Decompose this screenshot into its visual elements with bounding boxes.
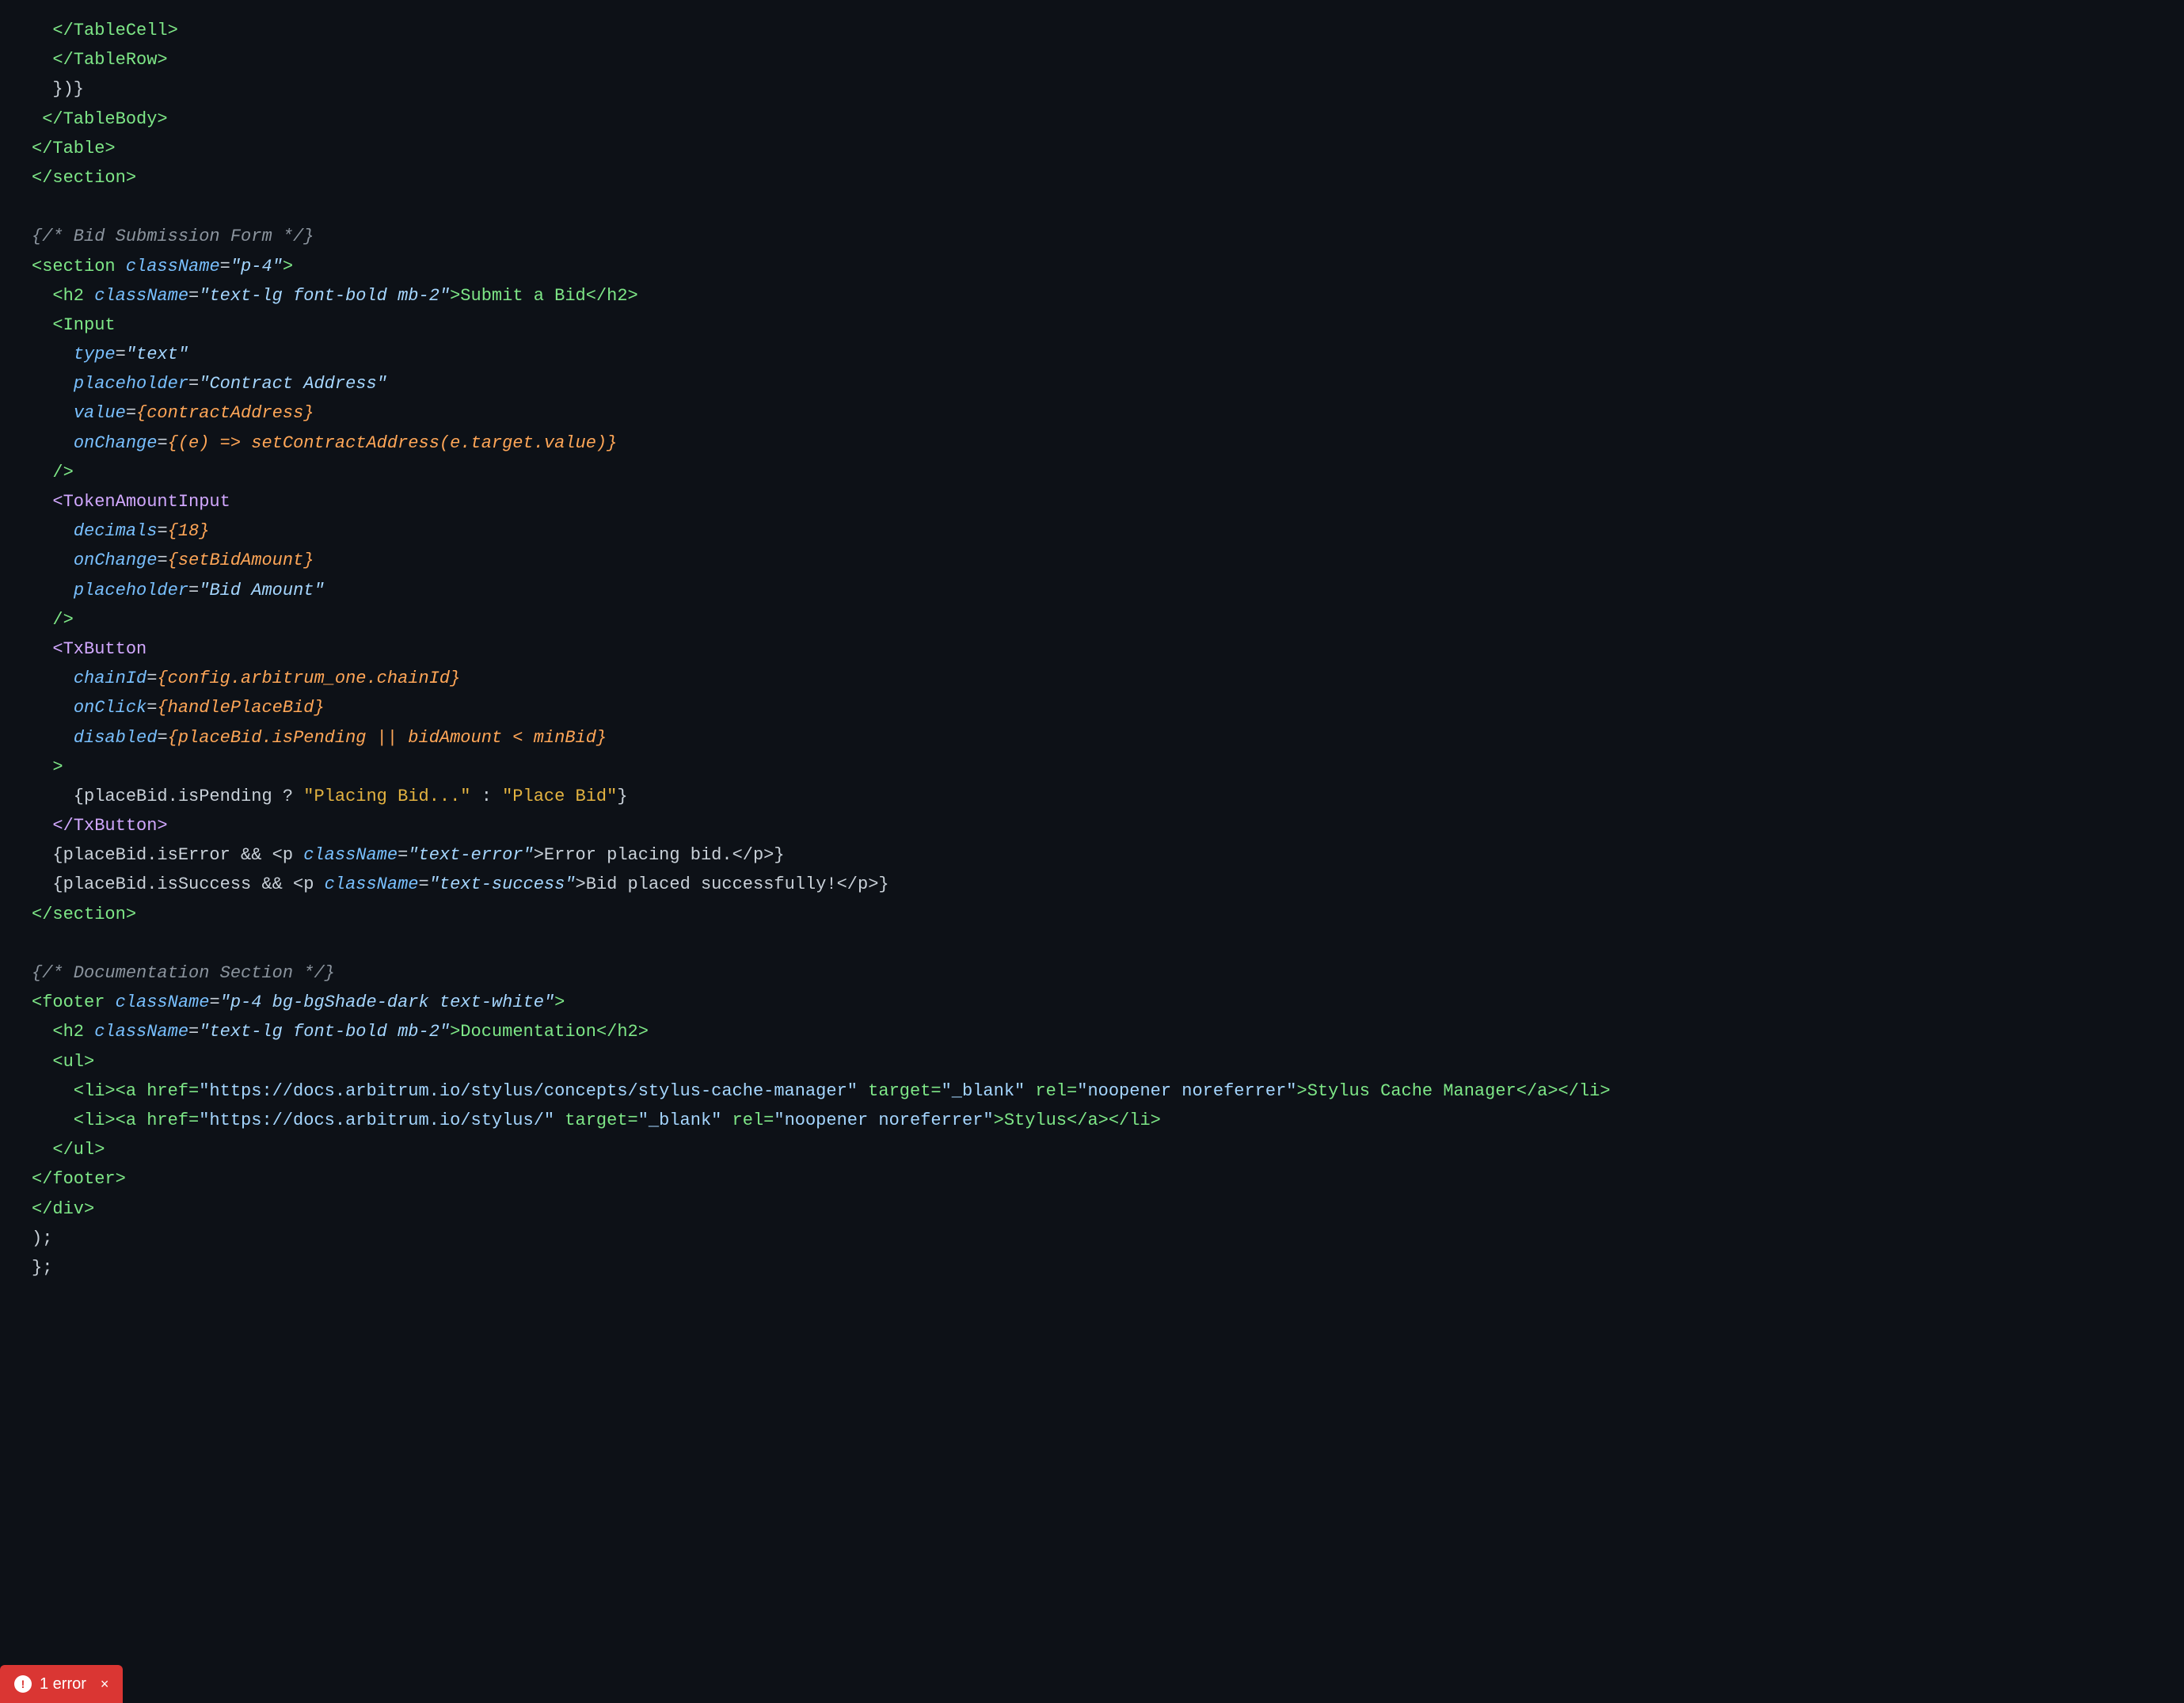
- error-count: 1 error: [40, 1671, 86, 1697]
- code-line: chainId={config.arbitrum_one.chainId}: [32, 664, 2152, 693]
- code-line: onClick={handlePlaceBid}: [32, 693, 2152, 722]
- code-line: />: [32, 458, 2152, 487]
- code-line: <TokenAmountInput: [32, 487, 2152, 516]
- code-line: {/* Documentation Section */}: [32, 958, 2152, 988]
- code-line: </Table>: [32, 134, 2152, 163]
- code-line: </TableCell>: [32, 16, 2152, 45]
- code-line: <section className="p-4">: [32, 252, 2152, 281]
- code-line: placeholder="Contract Address": [32, 369, 2152, 398]
- code-line: {placeBid.isPending ? "Placing Bid..." :…: [32, 782, 2152, 811]
- code-line: onChange={setBidAmount}: [32, 546, 2152, 575]
- code-line: />: [32, 605, 2152, 634]
- code-line: type="text": [32, 340, 2152, 369]
- code-line: [32, 929, 2152, 958]
- error-bar[interactable]: ! 1 error ×: [0, 1665, 123, 1703]
- code-line: placeholder="Bid Amount": [32, 576, 2152, 605]
- code-line: <li><a href="https://docs.arbitrum.io/st…: [32, 1106, 2152, 1135]
- code-line: {placeBid.isSuccess && <p className="tex…: [32, 870, 2152, 899]
- code-line: <ul>: [32, 1047, 2152, 1076]
- close-button[interactable]: ×: [101, 1673, 109, 1696]
- code-line: </div>: [32, 1194, 2152, 1224]
- code-line: value={contractAddress}: [32, 398, 2152, 428]
- code-line: })}: [32, 74, 2152, 104]
- code-line: <Input: [32, 311, 2152, 340]
- code-line: </section>: [32, 163, 2152, 192]
- code-line: {/* Bid Submission Form */}: [32, 222, 2152, 251]
- code-line: <h2 className="text-lg font-bold mb-2">S…: [32, 281, 2152, 311]
- error-icon: !: [14, 1675, 32, 1693]
- code-line: );: [32, 1224, 2152, 1253]
- code-line: <li><a href="https://docs.arbitrum.io/st…: [32, 1076, 2152, 1106]
- code-line: </TableRow>: [32, 45, 2152, 74]
- code-line: decimals={18}: [32, 516, 2152, 546]
- code-line: </ul>: [32, 1135, 2152, 1164]
- code-line: <footer className="p-4 bg-bgShade-dark t…: [32, 988, 2152, 1017]
- code-line: onChange={(e) => setContractAddress(e.ta…: [32, 429, 2152, 458]
- code-line: };: [32, 1253, 2152, 1282]
- code-line: disabled={placeBid.isPending || bidAmoun…: [32, 723, 2152, 752]
- code-line: </TxButton>: [32, 811, 2152, 840]
- code-line: >: [32, 752, 2152, 782]
- code-editor: </TableCell> </TableRow> })} </TableBody…: [32, 16, 2152, 1282]
- code-line: </footer>: [32, 1164, 2152, 1194]
- code-line: </section>: [32, 900, 2152, 929]
- code-line: <h2 className="text-lg font-bold mb-2">D…: [32, 1017, 2152, 1046]
- code-line: {placeBid.isError && <p className="text-…: [32, 840, 2152, 870]
- code-line: [32, 192, 2152, 222]
- code-line: <TxButton: [32, 634, 2152, 664]
- code-line: </TableBody>: [32, 105, 2152, 134]
